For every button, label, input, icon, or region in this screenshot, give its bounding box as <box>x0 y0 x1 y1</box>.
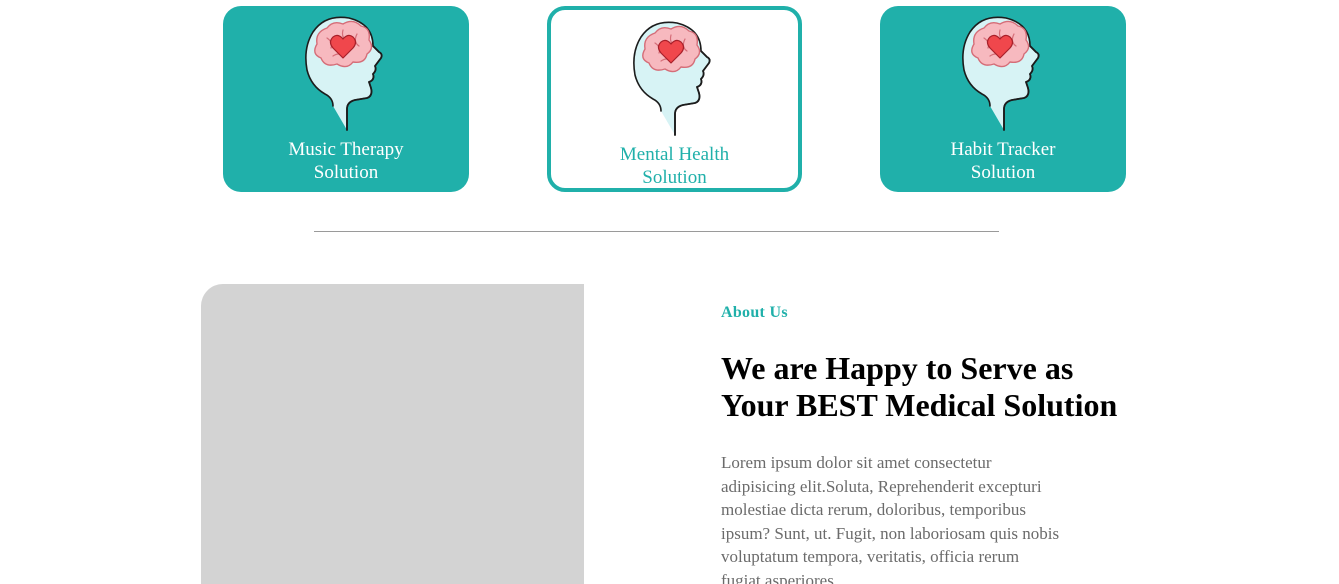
solution-card-music-therapy[interactable]: Music Therapy Solution <box>223 6 469 192</box>
card-label-line2: Solution <box>642 167 707 188</box>
about-image-placeholder <box>201 284 584 584</box>
card-label: Mental Health Solution <box>551 143 798 189</box>
card-label: Habit Tracker Solution <box>880 138 1126 184</box>
card-label-line1: Music Therapy <box>288 139 404 160</box>
about-body-text: Lorem ipsum dolor sit amet consectetur a… <box>721 453 1060 584</box>
card-label-line1: Mental Health <box>619 144 730 165</box>
section-divider <box>314 231 999 232</box>
page: Music Therapy Solution Mental Health Sol… <box>0 0 1339 584</box>
brain-heart-icon <box>632 21 711 136</box>
card-label-line1: Habit Tracker <box>950 139 1056 160</box>
headline-line1: We are Happy to Serve as <box>721 350 1074 386</box>
card-label: Music Therapy Solution <box>223 138 469 184</box>
brain-heart-icon <box>304 16 383 131</box>
headline-line2: Your BEST Medical Solution <box>721 387 1118 423</box>
card-label-line2: Solution <box>970 162 1036 183</box>
about-eyebrow: About Us <box>721 304 788 321</box>
about-headline: We are Happy to Serve as Your BEST Medic… <box>721 350 1181 424</box>
card-label-line2: Solution <box>313 162 379 183</box>
brain-heart-icon <box>961 16 1040 131</box>
solution-card-mental-health[interactable]: Mental Health Solution <box>547 6 802 192</box>
solution-card-habit-tracker[interactable]: Habit Tracker Solution <box>880 6 1126 192</box>
